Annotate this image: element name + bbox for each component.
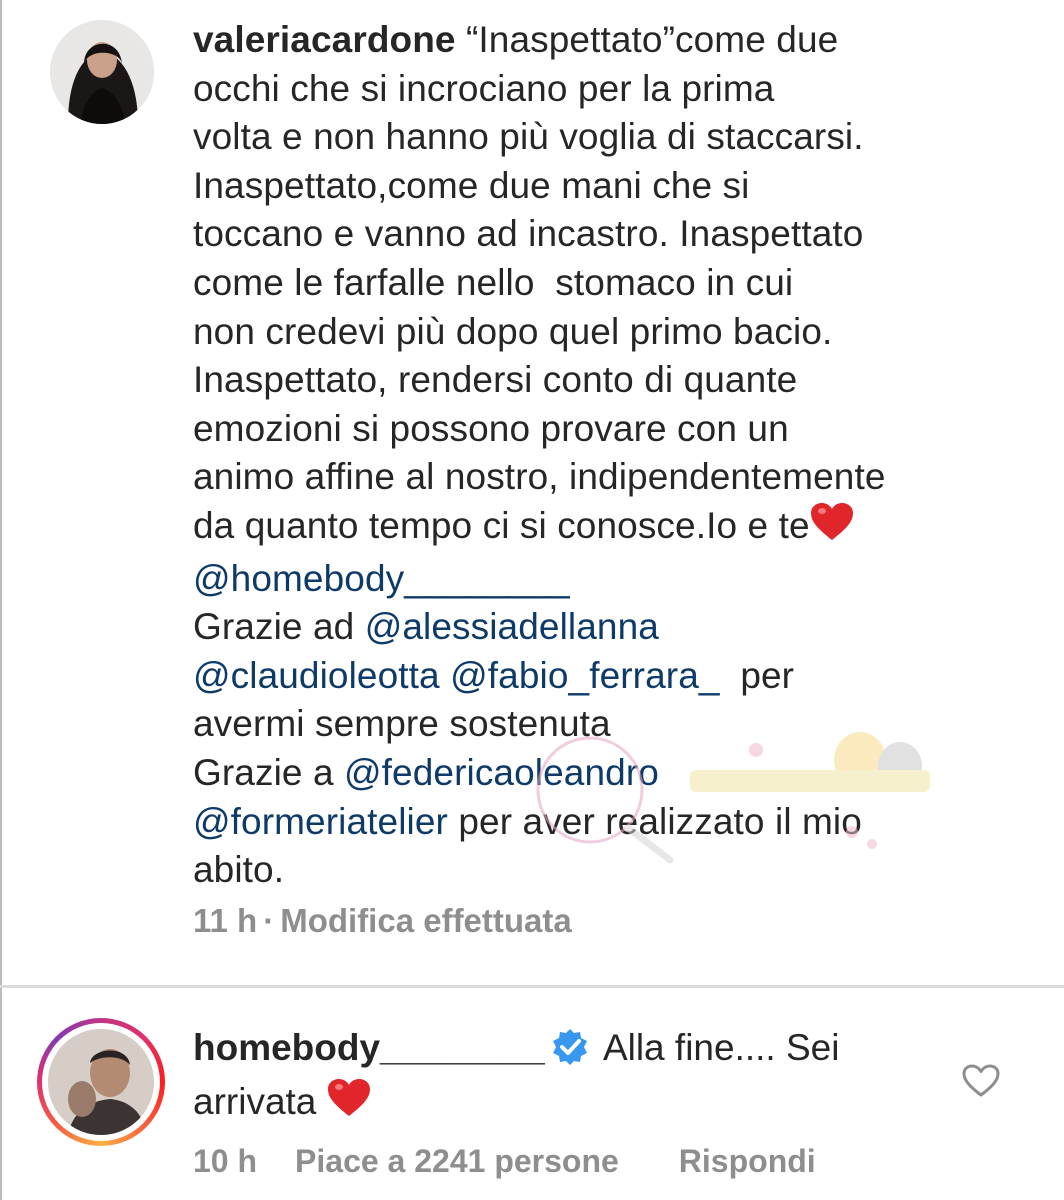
reply-comment: homebody________ Alla fine.... Sei arriva… — [0, 988, 1064, 1200]
caption-line: toccano e vanno ad incastro. Inaspettato — [193, 213, 864, 255]
caption-text: valeriacardone “Inaspettato”come due occ… — [193, 16, 993, 895]
caption-line: “Inaspettato”come due — [466, 19, 839, 60]
caption-line: Inaspettato, rendersi conto di quante — [193, 359, 798, 401]
thanks-prefix: Grazie ad — [193, 606, 365, 648]
reply-text: homebody________ Alla fine.... Sei arriva… — [193, 1024, 913, 1130]
reply-text-part: arrivata — [193, 1081, 317, 1122]
caption-line: emozioni si possono provare con un — [193, 407, 789, 449]
thanks-line: avermi sempre sostenuta — [193, 703, 611, 745]
caption-line: animo affine al nostro, indipendentement… — [193, 456, 886, 498]
heart-outline-icon[interactable] — [962, 1064, 1000, 1098]
avatar-homebody[interactable] — [48, 1029, 154, 1135]
reply-time: 10 h — [193, 1143, 258, 1179]
caption-comment: valeriacardone “Inaspettato”come due occ… — [0, 0, 1064, 968]
thanks-suffix: per aver realizzato il mio — [447, 800, 862, 842]
caption-line: come le farfalle nello stomaco in cui — [193, 261, 794, 303]
red-heart-emoji-icon — [327, 1078, 371, 1130]
verified-badge-icon — [551, 1028, 589, 1078]
edited-label[interactable]: Modifica effettuata — [280, 902, 572, 939]
red-heart-emoji-icon — [810, 502, 854, 555]
mention-formeriatelier[interactable]: @formeriatelier — [193, 801, 448, 842]
caption-meta: 11 h · Modifica effettuata — [193, 902, 572, 940]
mention-fabio-ferrara[interactable]: @fabio_ferrara_ — [450, 655, 719, 696]
caption-line: volta e non hanno più voglia di staccars… — [193, 116, 864, 158]
caption-time: 11 h — [193, 902, 258, 939]
caption-line: occhi che si incrociano per la prima — [193, 67, 775, 109]
thanks-suffix: per — [719, 654, 795, 696]
reply-username[interactable]: homebody________ — [193, 1027, 545, 1068]
mention-alessiadellanna[interactable]: @alessiadellanna — [365, 606, 659, 647]
avatar-valeriacardone[interactable] — [50, 20, 154, 124]
caption-line: da quanto tempo ci si conosce.Io e te — [193, 504, 810, 546]
caption-line: Inaspettato,come due mani che si — [193, 164, 750, 206]
mention-claudioleotta[interactable]: @claudioleotta — [193, 655, 440, 696]
mention-homebody[interactable]: @homebody________ — [193, 558, 570, 599]
reply-button[interactable]: Rispondi — [679, 1143, 816, 1180]
caption-username[interactable]: valeriacardone — [193, 19, 456, 60]
thanks-line: abito. — [193, 849, 285, 891]
meta-separator: · — [263, 902, 275, 939]
thanks-prefix: Grazie a — [193, 751, 345, 793]
caption-line: non credevi più dopo quel primo bacio. — [193, 310, 833, 352]
reply-meta: 10 h Piace a 2241 persone Rispondi — [193, 1143, 816, 1180]
mention-federicaoleandro[interactable]: @federicaoleandro — [344, 752, 659, 793]
reply-text-part: Alla fine.... Sei — [602, 1027, 840, 1068]
likes-count[interactable]: Piace a 2241 persone — [295, 1143, 619, 1180]
